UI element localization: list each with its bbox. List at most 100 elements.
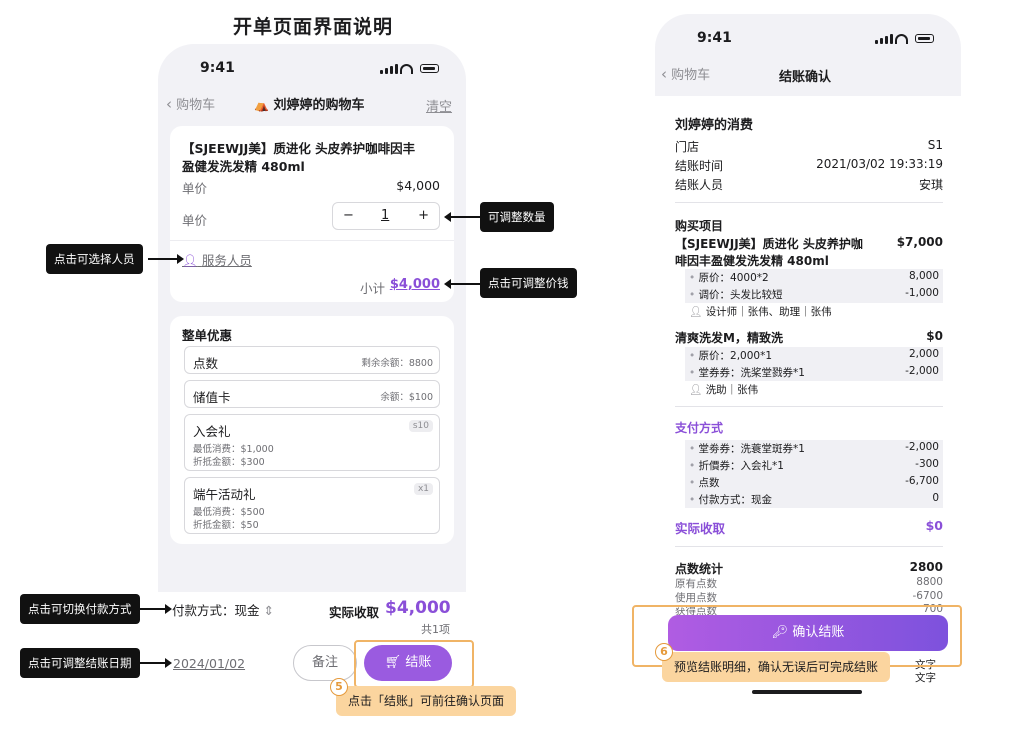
points-balance: 剩余余额：8800	[361, 358, 433, 369]
quantity-value[interactable]: 1	[381, 208, 389, 223]
back-button[interactable]: ‹ 购物车	[661, 64, 710, 83]
items-title: 购买项目	[675, 217, 943, 234]
detail-label: 堂劵券：洗蓑堂斑券*1	[689, 441, 805, 456]
minus-icon[interactable]: −	[343, 208, 354, 223]
time-row: 结账时间 2021/03/02 19:33:19	[675, 157, 943, 174]
status-time: 9:41	[697, 30, 732, 46]
gift-label: 入会礼	[193, 424, 231, 439]
step-number-5: 5	[330, 678, 348, 696]
stored-value-label: 储值卡	[193, 390, 231, 405]
points-label: 原有点数	[675, 578, 717, 590]
item2-original-price: 原价：2,000*1 2,000	[685, 347, 943, 364]
checkout-date[interactable]: 2024/01/02	[173, 656, 245, 671]
cashier-value: 安琪	[918, 178, 943, 192]
detail-value: 2,000	[908, 348, 939, 360]
payment-method-switch[interactable]: 付款方式：现金 ⇕	[172, 600, 274, 619]
annotation-quantity: 可调整数量	[480, 202, 554, 232]
annotation-price: 点击可调整价钱	[480, 268, 577, 298]
gift-option-membership[interactable]: 入会礼 s10 最低消费：$1,000 折抵金额：$300	[184, 414, 440, 471]
quantity-stepper[interactable]: − 1 +	[332, 202, 440, 230]
subtotal-label: 小计	[360, 281, 386, 296]
detail-label: 原价：2,000*1	[689, 348, 773, 363]
gift-discount: 折抵金额：$300	[193, 457, 265, 468]
gift-min-spend: 最低消费：$500	[193, 507, 265, 518]
signal-icon	[380, 64, 398, 74]
back-label: 购物车	[671, 68, 711, 83]
page-title: 开单页面界面说明	[233, 16, 394, 38]
item2-coupon: 堂券券：洗桨堂戮券*1 -2,000	[685, 364, 943, 381]
divider	[170, 240, 454, 241]
time-label: 结账时间	[675, 159, 724, 173]
subtotal-price[interactable]: $4,000	[390, 277, 440, 292]
actual-charge-row: 实际收取 $0	[675, 518, 943, 537]
annotation-step5: 点击「结账」可前往确认页面	[336, 686, 517, 716]
item1-adjust: 调价：头发比较短 -1,000	[685, 286, 943, 303]
cart-phone-screen: 9:41 ‹ 购物车 ⛺ 刘婷婷的购物车 清空 【SJEEWJJ美】质进化 头皮…	[158, 44, 466, 592]
product-name-line2: 盈健发洗发精 480ml	[182, 159, 305, 174]
item2-staff: 👤︎ 洗助｜张伟	[689, 382, 758, 397]
detail-value: -300	[915, 458, 939, 470]
arrow-left-icon	[444, 212, 480, 222]
gift-label: 端午活动礼	[193, 487, 256, 502]
remark-button[interactable]: 备注	[293, 645, 357, 681]
annotation-step6: 预览结账明细，确认无误后可完成结账	[662, 652, 891, 682]
product-name-line1: 【SJEEWJJ美】质进化 头皮养护咖啡因丰	[182, 141, 416, 156]
annotation-date: 点击可调整结账日期	[20, 648, 140, 678]
payment-title-text: 支付方式	[675, 421, 724, 435]
points-title: 点数统计	[675, 562, 724, 576]
item2-name: 清爽洗发M，精致洗	[675, 331, 783, 345]
points-original: 原有点数 8800	[675, 576, 943, 591]
staff-selector[interactable]: 👤︎ 服务人员	[182, 250, 252, 269]
back-label: 购物车	[176, 98, 216, 113]
divider	[675, 546, 943, 547]
chevron-left-icon: ‹	[661, 65, 667, 83]
gift-tag: x1	[413, 483, 433, 495]
quantity-label: 单价	[182, 213, 208, 228]
divider	[675, 202, 943, 203]
signal-icon	[875, 34, 893, 44]
status-time: 9:41	[200, 60, 235, 76]
store-label: 门店	[675, 140, 700, 154]
arrow-right-icon	[140, 658, 172, 668]
item1-name-2: 啡因丰盈健发洗发精 480ml	[675, 254, 829, 268]
points-option[interactable]: 点数 剩余余额：8800	[184, 346, 440, 374]
stored-value-option[interactable]: 储值卡 余额：$100	[184, 380, 440, 408]
detail-label: 堂券券：洗桨堂戮券*1	[689, 365, 805, 380]
points-label: 点数	[193, 356, 219, 371]
person-icon: 👤︎	[689, 306, 703, 318]
points-title-row: 点数统计 2800	[675, 560, 943, 577]
item1-staff-text: 设计师｜张伟、助理｜张伟	[705, 306, 832, 318]
plus-icon[interactable]: +	[418, 208, 429, 223]
clear-button[interactable]: 清空	[426, 96, 452, 115]
item1-row: 【SJEEWJJ美】质进化 头皮养护咖 $7,000	[675, 235, 943, 252]
store-value: S1	[927, 138, 943, 152]
item1-name: 【SJEEWJJ美】质进化 头皮养护咖	[675, 237, 863, 251]
back-button[interactable]: ‹ 购物车	[166, 94, 215, 113]
payment-title: 支付方式	[675, 419, 943, 436]
detail-label: 原价：4000*2	[689, 270, 769, 285]
product-card: 【SJEEWJJ美】质进化 头皮养护咖啡因丰 盈健发洗发精 480ml 单价 $…	[170, 126, 454, 302]
detail-label: 折價券：入会礼*1	[689, 458, 784, 473]
step-number-6: 6	[655, 643, 673, 661]
item1-staff: 👤︎ 设计师｜张伟、助理｜张伟	[689, 304, 832, 319]
detail-value: -1,000	[905, 287, 939, 299]
detail-value: 0	[932, 492, 939, 504]
battery-icon	[915, 34, 934, 43]
points-value: 8800	[916, 576, 943, 588]
unit-price: $4,000	[396, 178, 440, 193]
payment-points: 点数 -6,700	[685, 474, 943, 491]
user-badge-icon: ⛺	[254, 98, 269, 112]
wifi-icon	[400, 64, 413, 74]
gift-option-festival[interactable]: 端午活动礼 x1 最低消费：$500 折抵金额：$50	[184, 477, 440, 534]
arrow-right-icon	[148, 254, 184, 264]
gift-min-spend: 最低消费：$1,000	[193, 444, 274, 455]
payment-cash: 付款方式：现金 0	[685, 491, 943, 508]
customer-label: 刘婷婷的消费	[675, 118, 754, 133]
discounts-title: 整单优惠	[182, 328, 233, 343]
payment-voucher: 折價券：入会礼*1 -300	[685, 457, 943, 474]
person-icon: 👤︎	[689, 384, 703, 396]
wifi-icon	[895, 34, 908, 44]
actual-charge-amount: $4,000	[385, 598, 451, 618]
chevron-updown-icon: ⇕	[263, 603, 274, 618]
store-row: 门店 S1	[675, 138, 943, 155]
